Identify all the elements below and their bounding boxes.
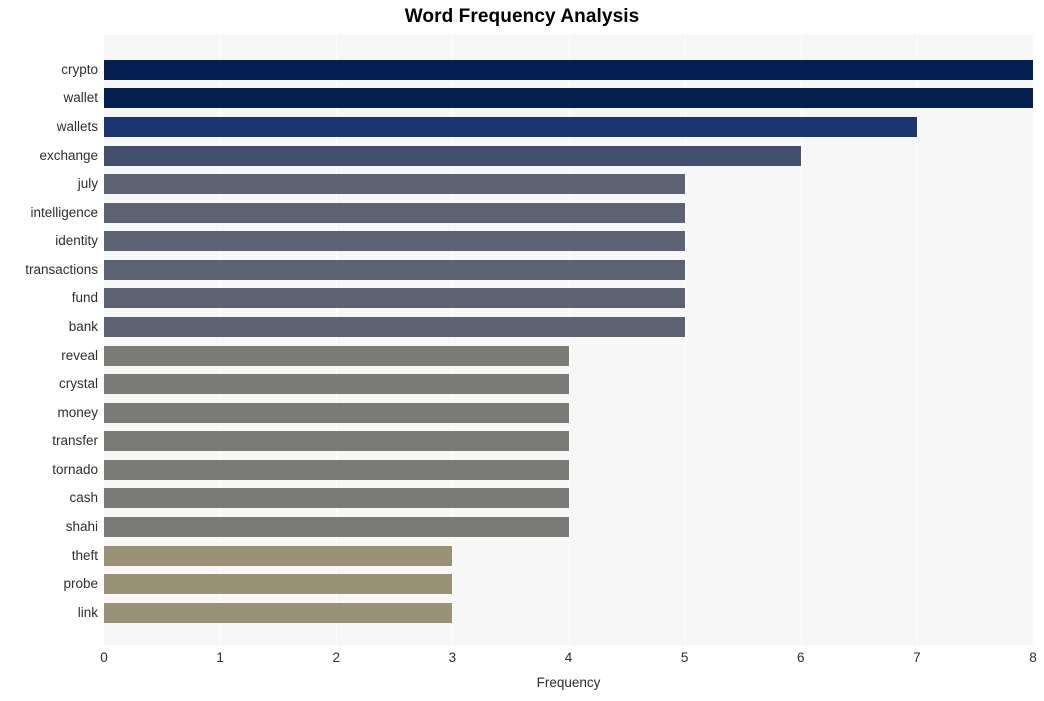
bar-fill (104, 602, 453, 623)
x-axis-tick-label: 5 (680, 650, 689, 665)
y-axis-tick-label: crystal (58, 376, 98, 392)
bar-fill (104, 545, 453, 566)
bar-series (104, 35, 1033, 645)
bar-fill (104, 402, 569, 423)
bar (104, 517, 569, 537)
bar (104, 231, 685, 252)
bar (104, 59, 1033, 80)
bar-fill (104, 431, 569, 452)
bar (104, 459, 569, 480)
x-axis-tick-label: 6 (796, 650, 805, 665)
bar (104, 488, 569, 509)
bar (104, 117, 917, 137)
chart-title: Word Frequency Analysis (404, 6, 640, 27)
y-axis-tick-label: identity (55, 233, 98, 249)
y-axis-tick-label: reveal (61, 347, 98, 363)
bar (104, 88, 1033, 109)
chart-figure: Word Frequency Analysis crypto wallet wall… (0, 0, 1044, 701)
bar-fill (104, 231, 685, 252)
bar (104, 317, 685, 337)
bar (104, 174, 685, 195)
x-axis-tick-label: 3 (448, 650, 457, 665)
y-axis-tick-label: cash (69, 490, 98, 506)
y-axis-tick-label: tornado (52, 461, 98, 477)
bar (104, 202, 685, 223)
bar-fill (104, 117, 917, 137)
x-axis-tick-label: 2 (332, 650, 340, 665)
bar (104, 259, 685, 280)
bar (104, 545, 453, 566)
x-axis-tick-label: 7 (913, 650, 921, 665)
bar-fill (104, 88, 1033, 109)
y-axis-tick-label: exchange (39, 147, 98, 163)
bar-fill (104, 345, 569, 366)
x-axis-tick-label: 0 (100, 650, 108, 665)
bar-fill (104, 202, 685, 223)
y-axis-tick-label: crypto (61, 61, 98, 77)
y-axis-tick-label: money (57, 404, 98, 420)
bar (104, 602, 453, 623)
y-axis-tick-label: link (77, 604, 98, 620)
x-axis-tick-label: 4 (564, 650, 573, 665)
bar-fill (104, 259, 685, 280)
y-axis-tick-label: july (77, 176, 98, 192)
y-axis-tick-label: fund (71, 290, 98, 306)
y-axis-tick-label: intelligence (30, 204, 98, 220)
bar-fill (104, 574, 453, 595)
bar-fill (104, 488, 569, 509)
bar-fill (104, 374, 569, 395)
bar (104, 288, 685, 309)
y-axis-tick-label: transactions (25, 261, 98, 277)
bar-fill (104, 517, 569, 537)
bar (104, 402, 569, 423)
y-axis-tick-label: probe (63, 576, 98, 592)
x-axis-tick-label: 8 (1029, 650, 1037, 665)
x-axis-title: Frequency (536, 675, 601, 690)
y-axis-tick-label: shahi (65, 519, 98, 534)
bar (104, 345, 569, 366)
bar-fill (104, 59, 1033, 80)
y-axis-tick-label: wallets (56, 119, 98, 134)
x-axis-tick-label: 1 (216, 650, 224, 665)
bar (104, 145, 801, 166)
bar-fill (104, 288, 685, 309)
plot-area (104, 35, 1034, 645)
gridline (1033, 35, 1034, 645)
x-axis-tick-labels: 0 1 2 3 4 5 6 7 8 (0, 650, 1044, 670)
bar (104, 431, 569, 452)
bar-fill (104, 317, 685, 337)
bar-fill (104, 459, 569, 480)
y-axis-tick-label: theft (71, 547, 98, 563)
bar-fill (104, 145, 801, 166)
y-axis-tick-label: transfer (52, 433, 98, 449)
bar (104, 374, 569, 395)
y-axis-tick-labels: crypto wallet wallets exchange july intellige… (0, 35, 98, 645)
bar-fill (104, 174, 685, 195)
bar (104, 574, 453, 595)
y-axis-tick-label: bank (68, 319, 98, 334)
y-axis-tick-label: wallet (63, 90, 98, 106)
